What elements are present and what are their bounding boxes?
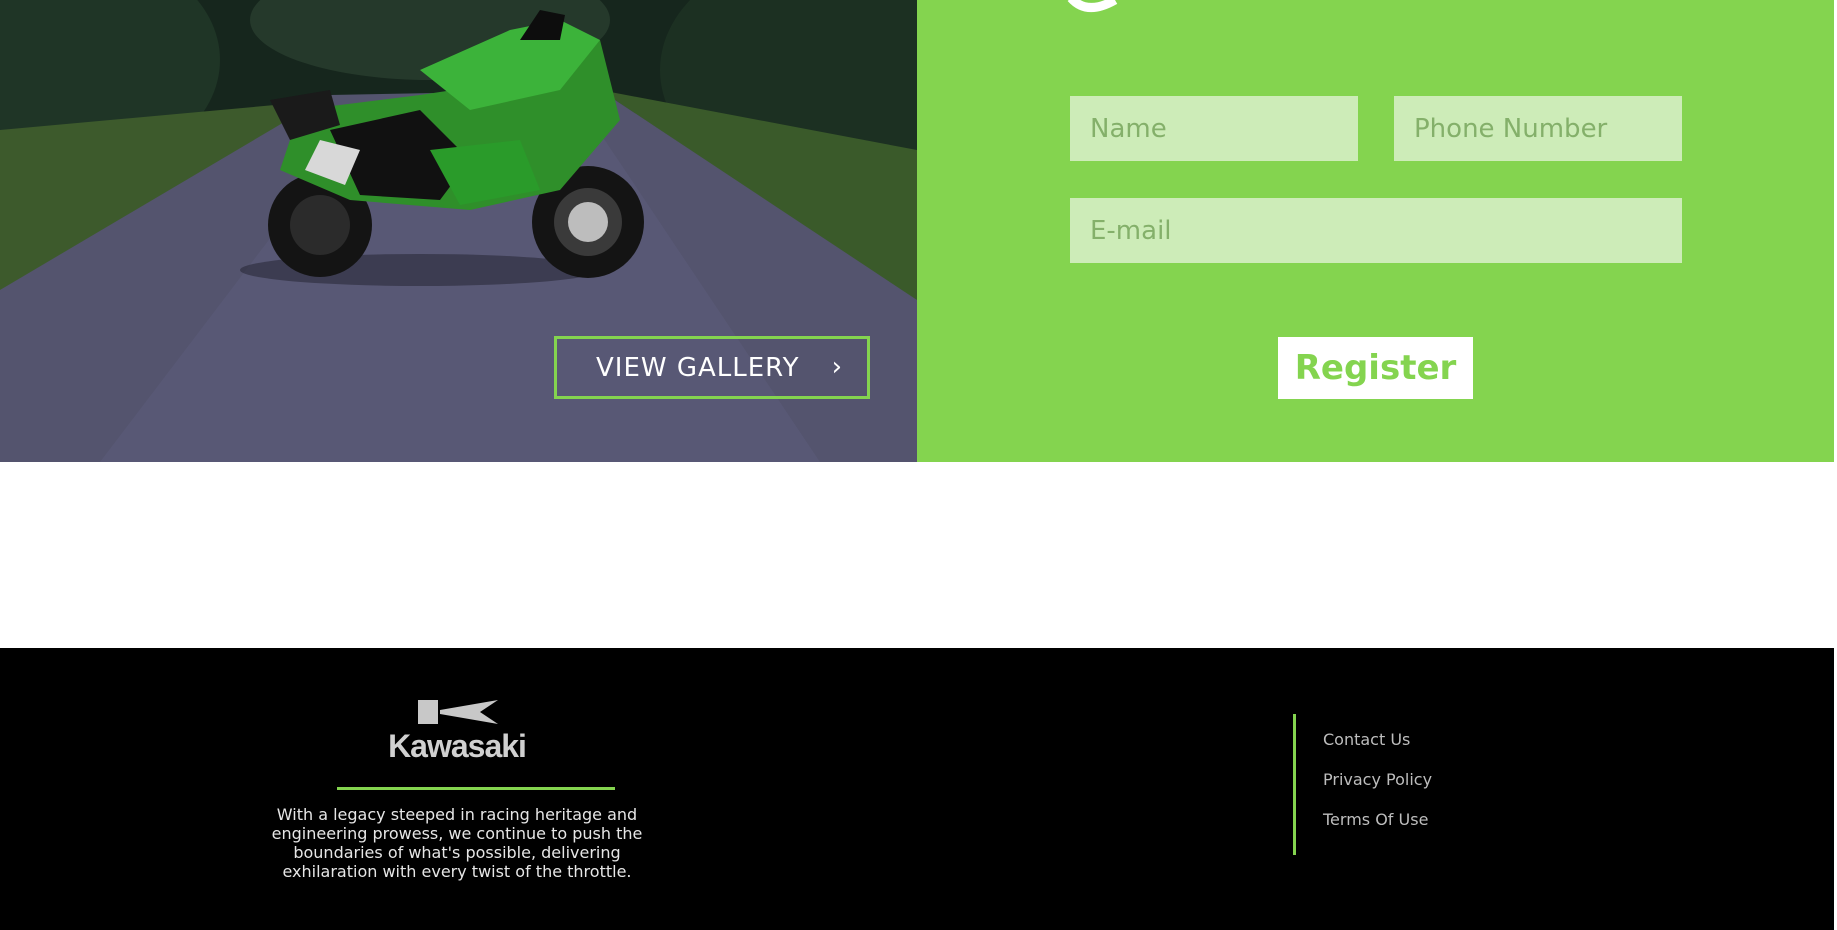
footer-links: Contact Us Privacy Policy Terms Of Use (1323, 730, 1432, 850)
phone-number-field[interactable]: Phone Number (1394, 96, 1682, 161)
view-gallery-label: VIEW GALLERY (596, 352, 800, 383)
chevron-right-icon: › (831, 352, 843, 382)
register-label: Register (1294, 348, 1457, 388)
site-footer: Kawasaki With a legacy steeped in racing… (0, 648, 1834, 930)
kawasaki-logo-mark-icon (418, 700, 498, 724)
footer-link-privacy-policy[interactable]: Privacy Policy (1323, 770, 1432, 789)
registration-panel: Name Phone Number E-mail Register (917, 0, 1834, 462)
kawasaki-wordmark: Kawasaki (388, 728, 527, 764)
footer-tagline: With a legacy steeped in racing heritage… (271, 805, 643, 881)
heading-fragment (1067, 0, 1127, 16)
register-button[interactable]: Register (1278, 337, 1473, 399)
logo-divider (337, 787, 615, 790)
links-divider (1293, 714, 1296, 855)
heading-glyph-fragment (1067, 0, 1118, 12)
footer-link-terms-of-use[interactable]: Terms Of Use (1323, 810, 1432, 829)
email-field[interactable]: E-mail (1070, 198, 1682, 263)
view-gallery-button[interactable]: VIEW GALLERY › (554, 336, 870, 399)
email-placeholder: E-mail (1090, 215, 1172, 246)
phone-placeholder: Phone Number (1414, 113, 1608, 144)
motorcycle-photo: VIEW GALLERY › (0, 0, 917, 462)
footer-link-contact-us[interactable]: Contact Us (1323, 730, 1432, 749)
name-field[interactable]: Name (1070, 96, 1358, 161)
name-placeholder: Name (1090, 113, 1167, 144)
